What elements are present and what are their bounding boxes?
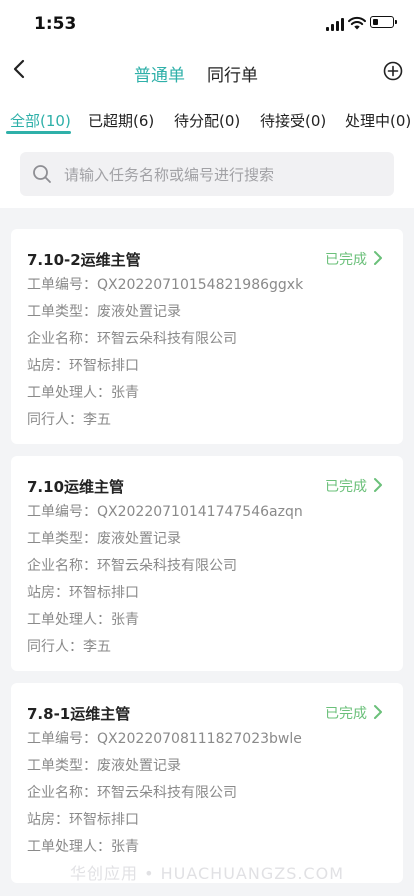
- navigation-bar: 普通单 同行单: [0, 48, 414, 94]
- card-title: 7.10运维主管: [27, 478, 125, 496]
- station-row: 站房：环智标排口: [27, 812, 139, 828]
- status-badge: 已完成: [325, 706, 367, 722]
- company-row: 企业名称：环智云朵科技有限公司: [27, 558, 237, 574]
- card-title: 7.8-1运维主管: [27, 705, 131, 723]
- back-arrow-icon[interactable]: [10, 58, 28, 80]
- companion-row: 同行人：李五: [27, 639, 111, 655]
- card-title: 7.10-2运维主管: [27, 251, 141, 269]
- company-row: 企业名称：环智云朵科技有限公司: [27, 785, 237, 801]
- order-number-row: 工单编号：QX20220708111827023bwle: [27, 731, 302, 747]
- tab-pending-assign[interactable]: 待分配(0): [174, 110, 240, 131]
- companion-row: 同行人：李五: [27, 412, 111, 428]
- header-area: 1:53 普通单 同行单 全部(10) 已超期(6) 待分配(0) 待接受(0)…: [0, 0, 414, 208]
- cellular-signal-icon: [326, 17, 346, 31]
- search-icon: [33, 165, 51, 183]
- segment-peer-order[interactable]: 同行单: [207, 61, 258, 86]
- order-type-row: 工单类型：废液处置记录: [27, 758, 181, 774]
- order-number-row: 工单编号：QX20220710141747546azqn: [27, 504, 303, 520]
- work-order-card[interactable]: 7.10-2运维主管 已完成 工单编号：QX20220710154821986g…: [11, 229, 403, 444]
- tab-processing[interactable]: 处理中(0): [345, 110, 411, 131]
- order-type-row: 工单类型：废液处置记录: [27, 531, 181, 547]
- chevron-right-icon: [374, 705, 382, 719]
- station-row: 站房：环智标排口: [27, 358, 139, 374]
- tab-all[interactable]: 全部(10): [10, 110, 71, 131]
- status-time: 1:53: [34, 14, 77, 34]
- add-circle-icon[interactable]: [383, 61, 403, 81]
- wifi-icon: [348, 16, 366, 30]
- chevron-right-icon: [374, 478, 382, 492]
- handler-row: 工单处理人：张青: [27, 612, 139, 628]
- station-row: 站房：环智标排口: [27, 585, 139, 601]
- chevron-right-icon: [374, 251, 382, 265]
- company-row: 企业名称：环智云朵科技有限公司: [27, 331, 237, 347]
- handler-row: 工单处理人：张青: [27, 839, 139, 855]
- search-box[interactable]: [20, 152, 394, 198]
- order-number-row: 工单编号：QX20220710154821986ggxk: [27, 277, 304, 293]
- filter-tabs: 全部(10) 已超期(6) 待分配(0) 待接受(0) 处理中(0): [0, 102, 414, 136]
- segment-normal-order[interactable]: 普通单: [134, 61, 185, 86]
- handler-row: 工单处理人：张青: [27, 385, 139, 401]
- tab-pending-accept[interactable]: 待接受(0): [260, 110, 326, 131]
- status-badge: 已完成: [325, 479, 367, 495]
- battery-icon: [370, 16, 397, 28]
- status-bar: 1:53: [0, 0, 414, 48]
- active-tab-indicator: [6, 131, 71, 134]
- work-order-card[interactable]: 7.10运维主管 已完成 工单编号：QX20220710141747546azq…: [11, 456, 403, 671]
- tab-overdue[interactable]: 已超期(6): [88, 110, 154, 131]
- watermark: 华创应用 • HUACHUANGZS.COM: [69, 864, 345, 883]
- status-badge: 已完成: [325, 252, 367, 268]
- search-input[interactable]: [62, 152, 386, 198]
- order-type-row: 工单类型：废液处置记录: [27, 304, 181, 320]
- work-order-card[interactable]: 7.8-1运维主管 已完成 工单编号：QX20220708111827023bw…: [11, 683, 403, 883]
